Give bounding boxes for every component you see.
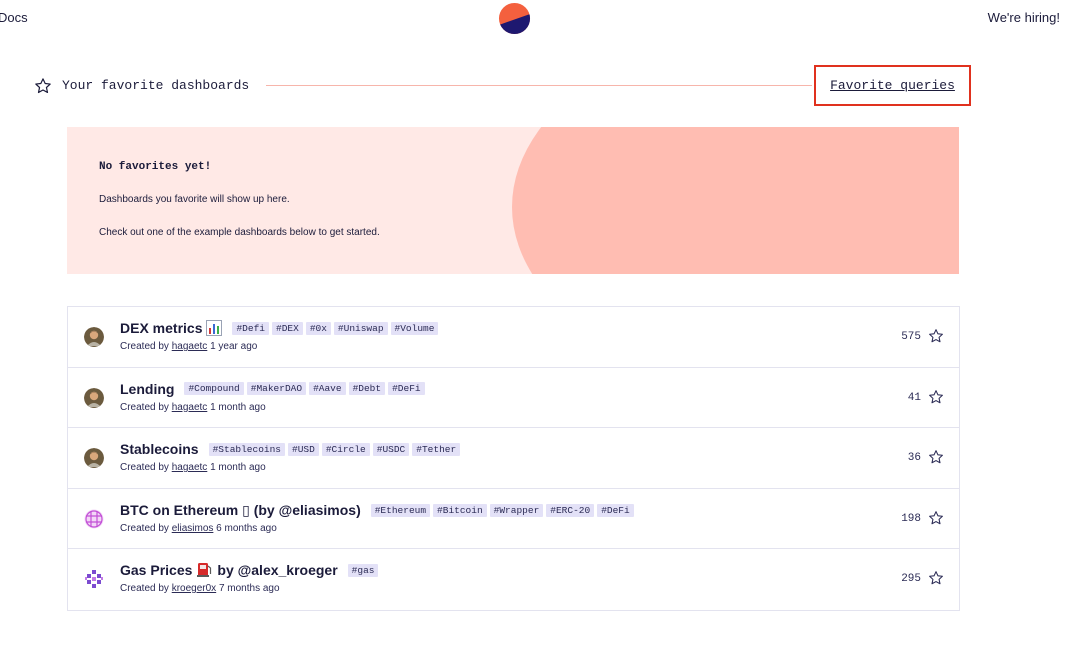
dashboard-name[interactable]: Stablecoins <box>120 441 199 457</box>
tag-list: #Defi #DEX #0x #Uniswap #Volume <box>232 321 441 335</box>
created-age: 1 month ago <box>210 401 266 413</box>
author-link[interactable]: kroeger0x <box>172 583 216 594</box>
tag[interactable]: #ERC-20 <box>546 503 595 517</box>
tag[interactable]: #Defi <box>232 321 269 335</box>
favorite-queries-label: Favorite queries <box>830 78 955 93</box>
tag[interactable]: #0x <box>305 321 331 335</box>
favorite-count: 198 <box>901 512 921 525</box>
tag[interactable]: #Volume <box>390 321 439 335</box>
dashboard-row[interactable]: BTC on Ethereum ▯ (by @eliasimos) #Ether… <box>68 489 959 549</box>
dashboard-meta: Created by kroeger0x 7 months ago <box>120 583 280 594</box>
dashboard-row[interactable]: Gas Prices by @alex_kroeger #gas Created… <box>68 549 959 610</box>
created-age: 1 year ago <box>210 341 258 352</box>
dashboard-name[interactable]: DEX metrics <box>120 320 202 336</box>
star-icon <box>35 78 51 94</box>
top-navigation: Docs We're hiring! <box>0 0 1080 36</box>
avatar[interactable] <box>84 387 104 408</box>
tag[interactable]: #Tether <box>412 442 461 456</box>
tag[interactable]: #gas <box>347 563 379 577</box>
tag-list: #Stablecoins #USD #Circle #USDC #Tether <box>208 442 464 456</box>
empty-line-2: Check out one of the example dashboards … <box>99 227 380 238</box>
author-link[interactable]: hagaetc <box>172 341 208 352</box>
tag[interactable]: #DeFi <box>597 503 634 517</box>
bar-chart-emoji-icon <box>206 320 223 336</box>
dashboard-meta: Created by hagaetc 1 year ago <box>120 341 257 352</box>
favorite-star-icon[interactable] <box>928 389 944 405</box>
dashboard-name[interactable]: Gas Prices <box>120 562 192 578</box>
created-age: 6 months ago <box>216 522 277 534</box>
divider <box>266 85 812 86</box>
avatar[interactable] <box>84 448 104 468</box>
dashboard-meta: Created by hagaetc 1 month ago <box>120 402 266 413</box>
tag[interactable]: #USD <box>288 442 319 456</box>
favorites-header: Your favorite dashboards Favorite querie… <box>34 65 974 106</box>
fuel-pump-emoji-icon <box>197 563 212 577</box>
created-age: 7 months ago <box>218 583 280 594</box>
dashboard-row[interactable]: DEX metrics #Defi #DEX #0x #Uniswap #Vol… <box>68 307 959 368</box>
dashboard-meta: Created by eliasimos 6 months ago <box>120 523 277 534</box>
dune-logo-icon[interactable] <box>498 2 531 35</box>
tag-list: #Compound #MakerDAO #Aave #Debt #DeFi <box>184 382 427 395</box>
avatar[interactable] <box>84 509 104 529</box>
created-by-label: Created by <box>120 522 169 534</box>
favorite-star-icon[interactable] <box>928 570 944 586</box>
empty-line-1: Dashboards you favorite will show up her… <box>99 194 290 205</box>
tag[interactable]: #USDC <box>372 442 410 456</box>
tag[interactable]: #Stablecoins <box>208 442 286 456</box>
favorites-title: Your favorite dashboards <box>62 78 250 93</box>
author-link[interactable]: hagaetc <box>172 462 208 473</box>
empty-title: No favorites yet! <box>99 161 212 173</box>
tag[interactable]: #Wrapper <box>489 503 544 517</box>
favorite-star-icon[interactable] <box>928 510 944 526</box>
tag-list: #gas <box>347 563 382 577</box>
created-by-label: Created by <box>120 462 169 473</box>
favorite-queries-button[interactable]: Favorite queries <box>814 65 971 106</box>
dashboard-name[interactable]: Lending <box>120 381 174 397</box>
dashboard-name-suffix[interactable]: by @alex_kroeger <box>217 562 337 578</box>
created-by-label: Created by <box>120 401 169 413</box>
author-link[interactable]: hagaetc <box>172 402 208 413</box>
hiring-link[interactable]: We're hiring! <box>988 10 1060 25</box>
avatar[interactable] <box>84 569 104 589</box>
tag[interactable]: #Bitcoin <box>433 503 487 517</box>
docs-link[interactable]: Docs <box>0 10 28 25</box>
dashboard-meta: Created by hagaetc 1 month ago <box>120 462 266 473</box>
created-by-label: Created by <box>120 583 169 594</box>
tag[interactable]: #Uniswap <box>333 321 388 335</box>
favorite-count: 295 <box>901 573 921 585</box>
tag[interactable]: #DeFi <box>388 382 425 395</box>
created-by-label: Created by <box>120 341 169 352</box>
banner-decoration-fill <box>587 127 959 274</box>
favorite-star-icon[interactable] <box>928 449 944 465</box>
avatar[interactable] <box>84 327 104 347</box>
created-age: 1 month ago <box>210 462 266 473</box>
tag[interactable]: #Circle <box>321 442 370 456</box>
tag[interactable]: #Ethereum <box>370 503 431 517</box>
tag[interactable]: #Compound <box>184 382 244 395</box>
favorite-count: 41 <box>907 391 921 404</box>
dashboard-list: DEX metrics #Defi #DEX #0x #Uniswap #Vol… <box>67 306 960 611</box>
dashboard-row[interactable]: Stablecoins #Stablecoins #USD #Circle #U… <box>68 428 959 489</box>
tag[interactable]: #MakerDAO <box>246 382 307 395</box>
tag[interactable]: #Debt <box>348 382 386 395</box>
tag-list: #Ethereum #Bitcoin #Wrapper #ERC-20 #DeF… <box>370 503 637 517</box>
tag[interactable]: #DEX <box>272 321 303 335</box>
favorite-count: 36 <box>907 452 921 464</box>
dashboard-name[interactable]: BTC on Ethereum ▯ (by @eliasimos) <box>120 502 361 519</box>
favorite-count: 575 <box>901 331 921 343</box>
favorite-star-icon[interactable] <box>928 328 944 344</box>
author-link[interactable]: eliasimos <box>172 523 214 534</box>
tag[interactable]: #Aave <box>309 382 346 395</box>
no-favorites-banner: No favorites yet! Dashboards you favorit… <box>67 127 959 274</box>
dashboard-row[interactable]: Lending #Compound #MakerDAO #Aave #Debt … <box>68 368 959 428</box>
